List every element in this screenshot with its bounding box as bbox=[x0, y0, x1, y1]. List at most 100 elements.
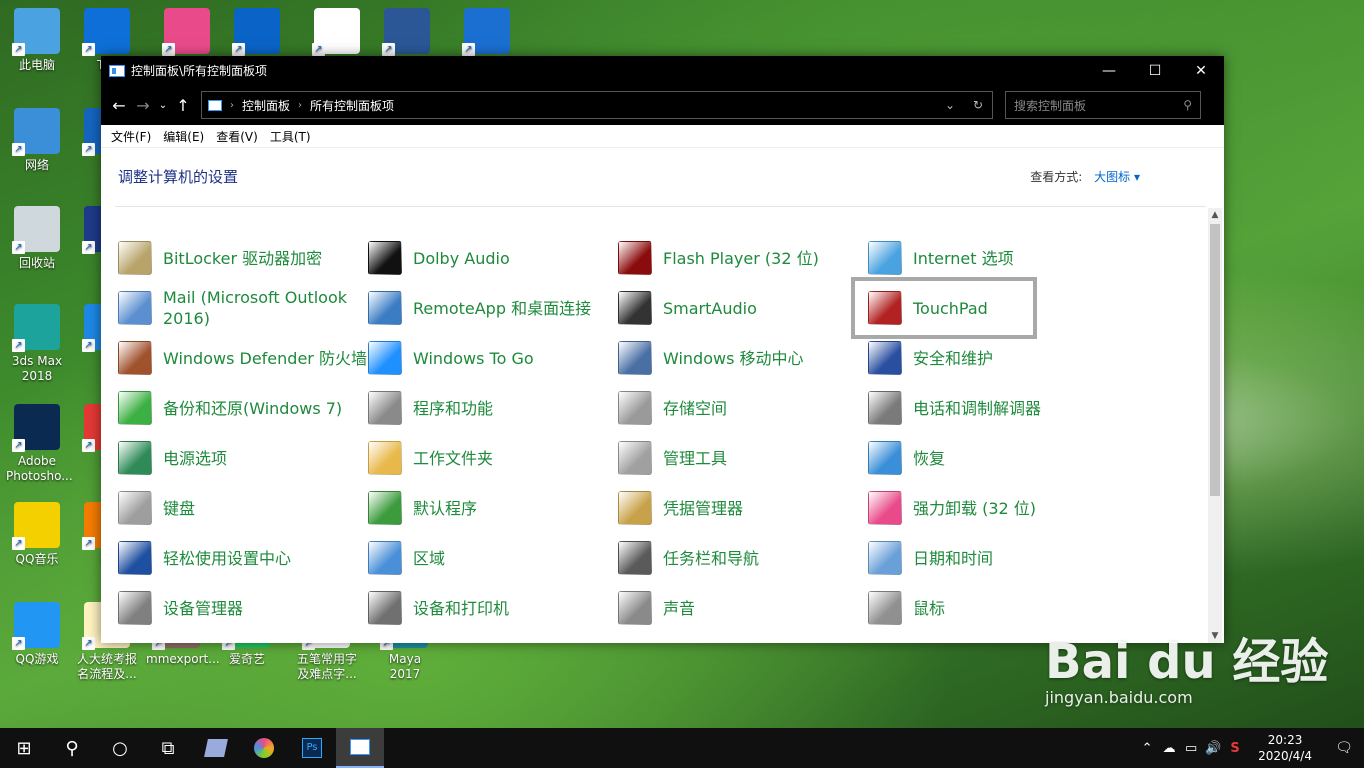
control-panel-item[interactable]: 凭据管理器 bbox=[618, 483, 868, 533]
tray-chevron-icon[interactable]: ⌃ bbox=[1136, 741, 1158, 756]
search-icon[interactable]: ⚲ bbox=[48, 728, 96, 768]
desktop-icon[interactable]: 此电脑 bbox=[6, 8, 68, 73]
desktop-app-icon bbox=[82, 8, 130, 56]
view-by-dropdown[interactable]: 大图标 ▾ bbox=[1094, 170, 1140, 184]
breadcrumb-control-panel[interactable]: 控制面板 bbox=[242, 97, 290, 114]
control-panel-item-icon bbox=[118, 391, 152, 425]
desktop-icon[interactable] bbox=[156, 8, 218, 58]
control-panel-item-icon bbox=[118, 441, 152, 475]
control-panel-item[interactable]: Windows 移动中心 bbox=[618, 333, 868, 383]
scrollbar-thumb[interactable] bbox=[1210, 224, 1220, 496]
control-panel-item[interactable]: 恢复 bbox=[868, 433, 1118, 483]
minimize-button[interactable]: — bbox=[1086, 56, 1132, 85]
taskbar-app-icon[interactable] bbox=[240, 728, 288, 768]
control-panel-item[interactable]: BitLocker 驱动器加密 bbox=[118, 233, 368, 283]
battery-icon[interactable]: ▭ bbox=[1180, 741, 1202, 756]
desktop-icon[interactable] bbox=[376, 8, 438, 58]
control-panel-item[interactable]: Windows To Go bbox=[368, 333, 618, 383]
desktop-icon[interactable]: 回收站 bbox=[6, 206, 68, 271]
control-panel-item-icon bbox=[618, 291, 652, 325]
control-panel-item-label: Mail (Microsoft Outlook 2016) bbox=[163, 288, 348, 328]
control-panel-item[interactable]: 默认程序 bbox=[368, 483, 618, 533]
control-panel-item-icon bbox=[368, 541, 402, 575]
control-panel-item[interactable]: 轻松使用设置中心 bbox=[118, 533, 368, 583]
forward-arrow-icon[interactable]: → bbox=[131, 96, 155, 115]
onedrive-icon[interactable]: ☁ bbox=[1158, 741, 1180, 756]
start-icon[interactable]: ⊞ bbox=[0, 728, 48, 768]
desktop-icon[interactable]: Adobe Photosho... bbox=[6, 404, 73, 484]
desktop-icon-label: 人大统考报名流程及... bbox=[76, 652, 137, 681]
control-panel-item[interactable]: Internet 选项 bbox=[868, 233, 1118, 283]
volume-icon[interactable]: 🔊 bbox=[1202, 741, 1224, 756]
taskbar-app-icon[interactable] bbox=[192, 728, 240, 768]
control-panel-item[interactable]: RemoteApp 和桌面连接 bbox=[368, 283, 618, 333]
control-panel-item[interactable]: 安全和维护 bbox=[868, 333, 1118, 383]
control-panel-item[interactable]: 设备和打印机 bbox=[368, 583, 618, 633]
menu-tools[interactable]: 工具(T) bbox=[270, 128, 311, 145]
control-panel-item[interactable]: Windows Defender 防火墙 bbox=[118, 333, 368, 383]
control-panel-item[interactable]: 电源选项 bbox=[118, 433, 368, 483]
control-panel-small-icon bbox=[208, 99, 222, 111]
recent-locations-chevron-icon[interactable]: ⌄ bbox=[155, 100, 171, 111]
desktop-app-icon bbox=[232, 8, 280, 56]
control-panel-item[interactable]: 存储空间 bbox=[618, 383, 868, 433]
control-panel-item-label: 电话和调制解调器 bbox=[913, 398, 1042, 418]
control-panel-item[interactable]: TouchPad bbox=[851, 277, 1037, 339]
control-panel-item-label: Windows Defender 防火墙 bbox=[163, 348, 367, 368]
control-panel-item[interactable]: 备份和还原(Windows 7) bbox=[118, 383, 368, 433]
control-panel-item[interactable]: Flash Player (32 位) bbox=[618, 233, 868, 283]
photoshop-icon[interactable]: Ps bbox=[288, 728, 336, 768]
desktop-icon[interactable]: 3ds Max 2018 bbox=[6, 304, 68, 384]
desktop-icon[interactable] bbox=[456, 8, 518, 58]
up-arrow-icon[interactable]: ↑ bbox=[171, 96, 195, 115]
close-button[interactable]: ✕ bbox=[1178, 56, 1224, 85]
back-arrow-icon[interactable]: ← bbox=[107, 96, 131, 115]
clock[interactable]: 20:23 2020/4/4 bbox=[1258, 732, 1312, 764]
maximize-button[interactable]: ☐ bbox=[1132, 56, 1178, 85]
control-panel-item[interactable]: Mail (Microsoft Outlook 2016) bbox=[118, 283, 368, 333]
address-bar[interactable]: › 控制面板 › 所有控制面板项 ⌄ ↻ bbox=[201, 91, 993, 119]
control-panel-icon bbox=[109, 64, 125, 77]
control-panel-item[interactable]: 电话和调制解调器 bbox=[868, 383, 1118, 433]
control-panel-item-icon bbox=[618, 591, 652, 625]
refresh-icon[interactable]: ↻ bbox=[964, 98, 992, 112]
control-panel-item[interactable]: 强力卸载 (32 位) bbox=[868, 483, 1118, 533]
search-input[interactable]: 搜索控制面板 ⚲ bbox=[1005, 91, 1201, 119]
control-panel-item-label: Windows 移动中心 bbox=[663, 348, 804, 368]
control-panel-item[interactable]: 任务栏和导航 bbox=[618, 533, 868, 583]
control-panel-item-icon bbox=[618, 491, 652, 525]
scroll-up-icon[interactable]: ▲ bbox=[1208, 210, 1222, 220]
control-panel-taskbar-icon[interactable] bbox=[336, 728, 384, 768]
control-panel-item[interactable]: 设备管理器 bbox=[118, 583, 368, 633]
notification-icon[interactable]: 🗨 bbox=[1324, 728, 1364, 768]
control-panel-item-label: 日期和时间 bbox=[913, 548, 994, 568]
task-view-icon[interactable]: ⧉ bbox=[144, 728, 192, 768]
control-panel-item[interactable]: Dolby Audio bbox=[368, 233, 618, 283]
address-dropdown-icon[interactable]: ⌄ bbox=[936, 98, 964, 112]
cortana-icon[interactable]: ○ bbox=[96, 728, 144, 768]
desktop-icon[interactable] bbox=[226, 8, 288, 58]
control-panel-item[interactable]: 声音 bbox=[618, 583, 868, 633]
breadcrumb-all-items[interactable]: 所有控制面板项 bbox=[310, 97, 394, 114]
control-panel-item[interactable]: SmartAudio bbox=[618, 283, 868, 333]
control-panel-item[interactable]: 程序和功能 bbox=[368, 383, 618, 433]
menu-edit[interactable]: 编辑(E) bbox=[163, 128, 204, 145]
menu-file[interactable]: 文件(F) bbox=[111, 128, 151, 145]
control-panel-item[interactable]: 管理工具 bbox=[618, 433, 868, 483]
menu-view[interactable]: 查看(V) bbox=[216, 128, 258, 145]
title-bar[interactable]: 控制面板\所有控制面板项 — ☐ ✕ bbox=[101, 56, 1224, 85]
control-panel-item[interactable]: 键盘 bbox=[118, 483, 368, 533]
sogou-ime-icon[interactable]: S bbox=[1224, 741, 1246, 756]
control-panel-item-label: 工作文件夹 bbox=[413, 448, 494, 468]
control-panel-item-icon bbox=[868, 341, 902, 375]
desktop-icon[interactable]: QQ音乐 bbox=[6, 502, 68, 567]
control-panel-item-label: Dolby Audio bbox=[413, 248, 510, 268]
desktop-icon[interactable] bbox=[306, 8, 368, 58]
vertical-scrollbar[interactable]: ▲ ▼ bbox=[1208, 208, 1222, 643]
control-panel-item[interactable]: 日期和时间 bbox=[868, 533, 1118, 583]
desktop-icon[interactable]: QQ游戏 bbox=[6, 602, 68, 667]
desktop-icon[interactable]: 网络 bbox=[6, 108, 68, 173]
control-panel-item-label: 强力卸载 (32 位) bbox=[913, 498, 1037, 518]
control-panel-item[interactable]: 区域 bbox=[368, 533, 618, 583]
control-panel-item[interactable]: 工作文件夹 bbox=[368, 433, 618, 483]
